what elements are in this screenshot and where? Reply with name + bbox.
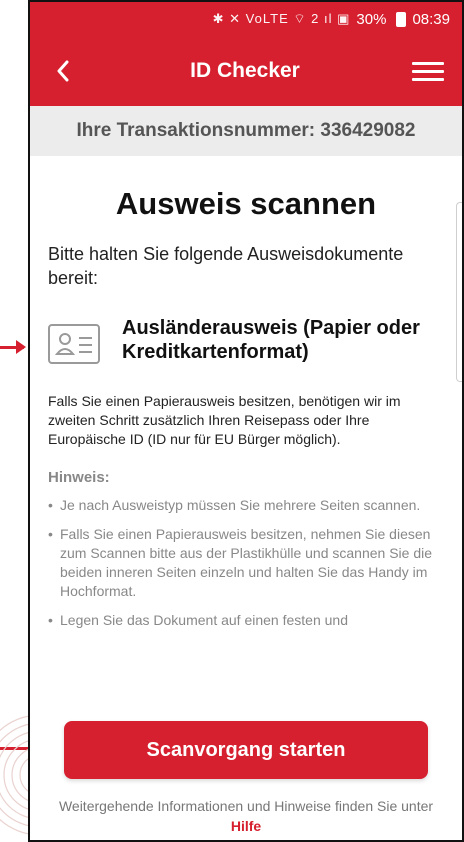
status-bar: ✱ ✕ VoLTE ⌔ 2 ıl ▣ 30% 08:39 bbox=[30, 2, 462, 36]
status-icons: ✱ ✕ VoLTE ⌔ 2 ıl ▣ bbox=[212, 11, 351, 26]
phone-screen: ✱ ✕ VoLTE ⌔ 2 ıl ▣ 30% 08:39 ID Checker … bbox=[28, 0, 464, 842]
footer-text: Weitergehende Informationen und Hinweise… bbox=[50, 796, 442, 836]
back-button[interactable] bbox=[48, 56, 78, 86]
document-label: Ausländerausweis (Papier oder Kreditkart… bbox=[122, 317, 420, 363]
hamburger-menu-icon[interactable] bbox=[412, 61, 444, 81]
bullet-icon: • bbox=[48, 526, 53, 542]
bullet-icon: • bbox=[48, 612, 53, 628]
app-title: ID Checker bbox=[190, 59, 300, 82]
scrollbar[interactable] bbox=[456, 202, 462, 382]
list-item: • Legen Sie das Dokument auf einen festen… bbox=[48, 612, 348, 628]
list-item: • Je nach Ausweistyp müssen Sie mehrere S… bbox=[48, 497, 421, 513]
bullet-icon: • bbox=[48, 497, 53, 513]
footer-info: Weitergehende Informationen und Hinweise… bbox=[58, 798, 434, 814]
document-item: Ausländerausweis (Papier oder Kreditkart… bbox=[48, 316, 444, 364]
transaction-number: Ihre Transaktionsnummer: 336429082 bbox=[30, 106, 462, 156]
scroll-fade bbox=[30, 638, 462, 670]
main-content: Ausweis scannen Bitte halten Sie folgend… bbox=[30, 186, 462, 630]
hint-title: Hinweis: bbox=[48, 469, 110, 486]
clock: 08:39 bbox=[412, 10, 450, 28]
annotation-arrow-document bbox=[0, 340, 26, 354]
intro-text: Bitte halten Sie folgende Ausweisdokumen… bbox=[48, 244, 404, 288]
battery-icon bbox=[396, 11, 407, 27]
battery-percent: 30% bbox=[356, 10, 387, 28]
app-bar: ID Checker bbox=[30, 36, 462, 106]
page-title: Ausweis scannen bbox=[115, 186, 377, 221]
help-link[interactable]: Hilfe bbox=[231, 818, 261, 834]
hint-list: • Je nach Ausweistyp müssen Sie mehrere S… bbox=[48, 496, 444, 630]
chevron-left-icon bbox=[57, 60, 69, 82]
info-paragraph: Falls Sie einen Papierausweis besitzen, … bbox=[48, 393, 401, 447]
id-card-icon bbox=[48, 324, 100, 364]
start-scan-button[interactable]: Scanvorgang starten bbox=[64, 721, 428, 779]
list-item: • Falls Sie einen Papierausweis besitzen,… bbox=[48, 526, 433, 599]
